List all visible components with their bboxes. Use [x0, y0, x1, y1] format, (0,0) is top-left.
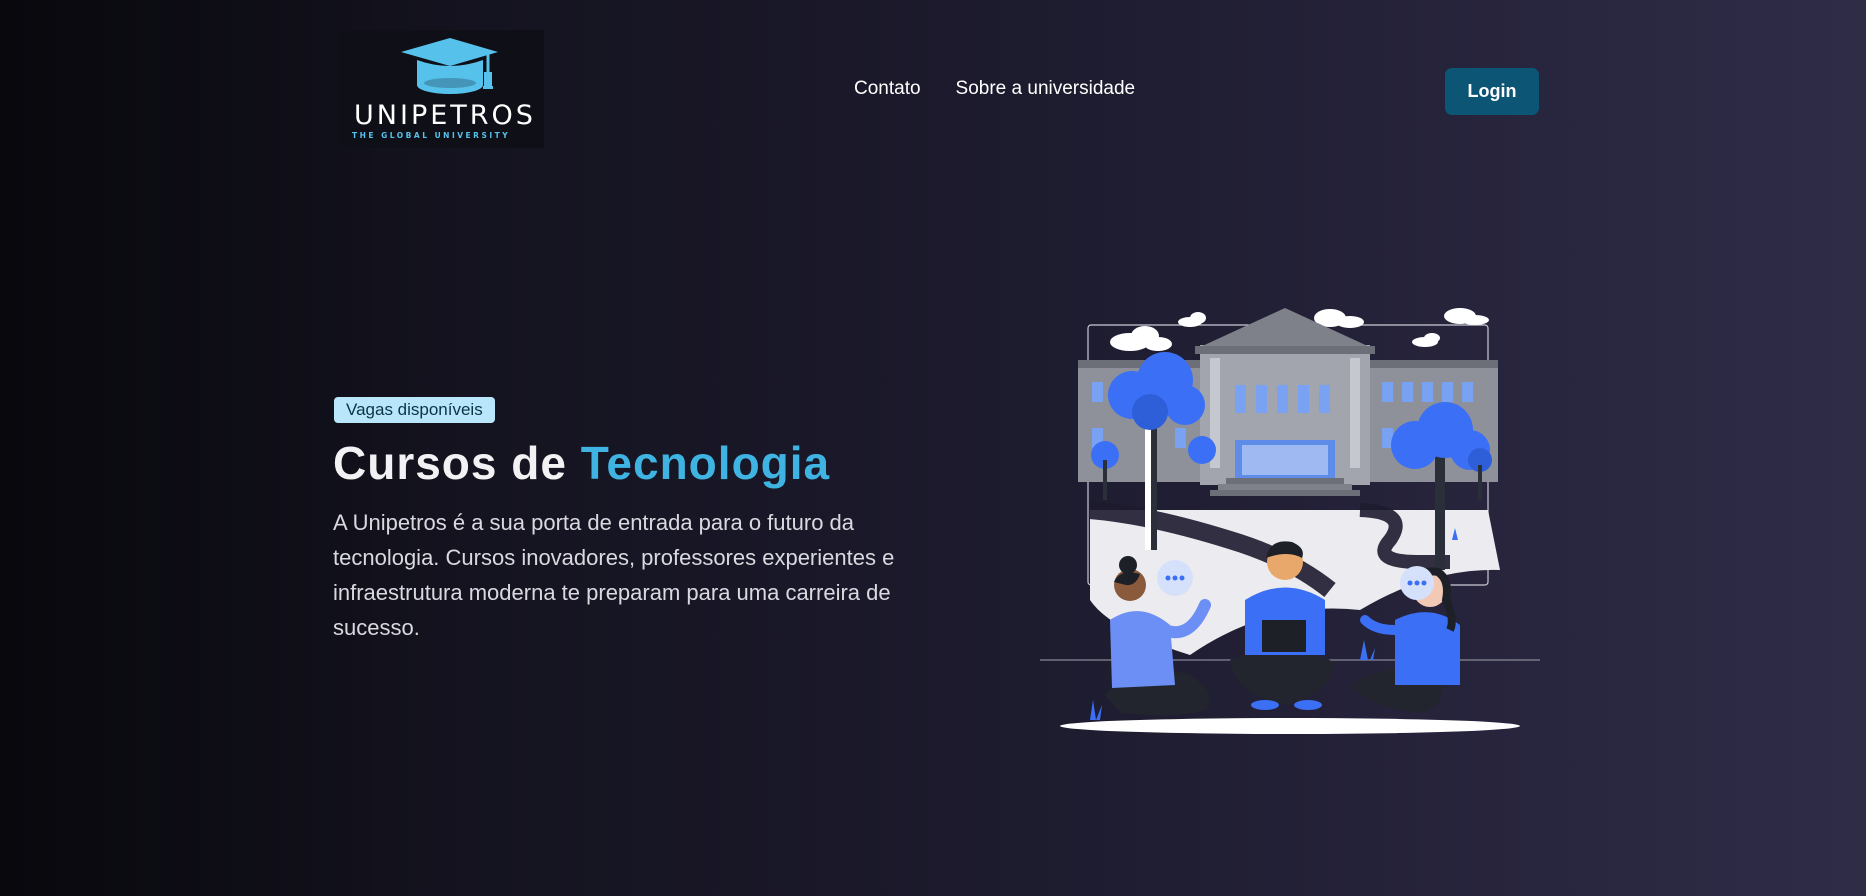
- title-part: Cursos de: [333, 437, 581, 489]
- page-title: Cursos de Tecnologia: [333, 436, 830, 490]
- nav-link-sobre[interactable]: Sobre a universidade: [956, 78, 1136, 100]
- university-students-illustration: [1030, 300, 1550, 740]
- nav-link-contato[interactable]: Contato: [854, 78, 921, 100]
- logo-tagline: THE GLOBAL UNIVERSITY: [352, 131, 511, 140]
- status-badge: Vagas disponíveis: [334, 397, 495, 423]
- logo-name: UNIPETROS: [354, 100, 536, 131]
- title-accent: Tecnologia: [580, 437, 831, 489]
- login-button[interactable]: Login: [1445, 68, 1539, 115]
- main-nav: Contato Sobre a universidade: [854, 78, 1135, 100]
- logo[interactable]: UNIPETROS THE GLOBAL UNIVERSITY: [338, 30, 544, 148]
- hero-description: A Unipetros é a sua porta de entrada par…: [333, 510, 895, 640]
